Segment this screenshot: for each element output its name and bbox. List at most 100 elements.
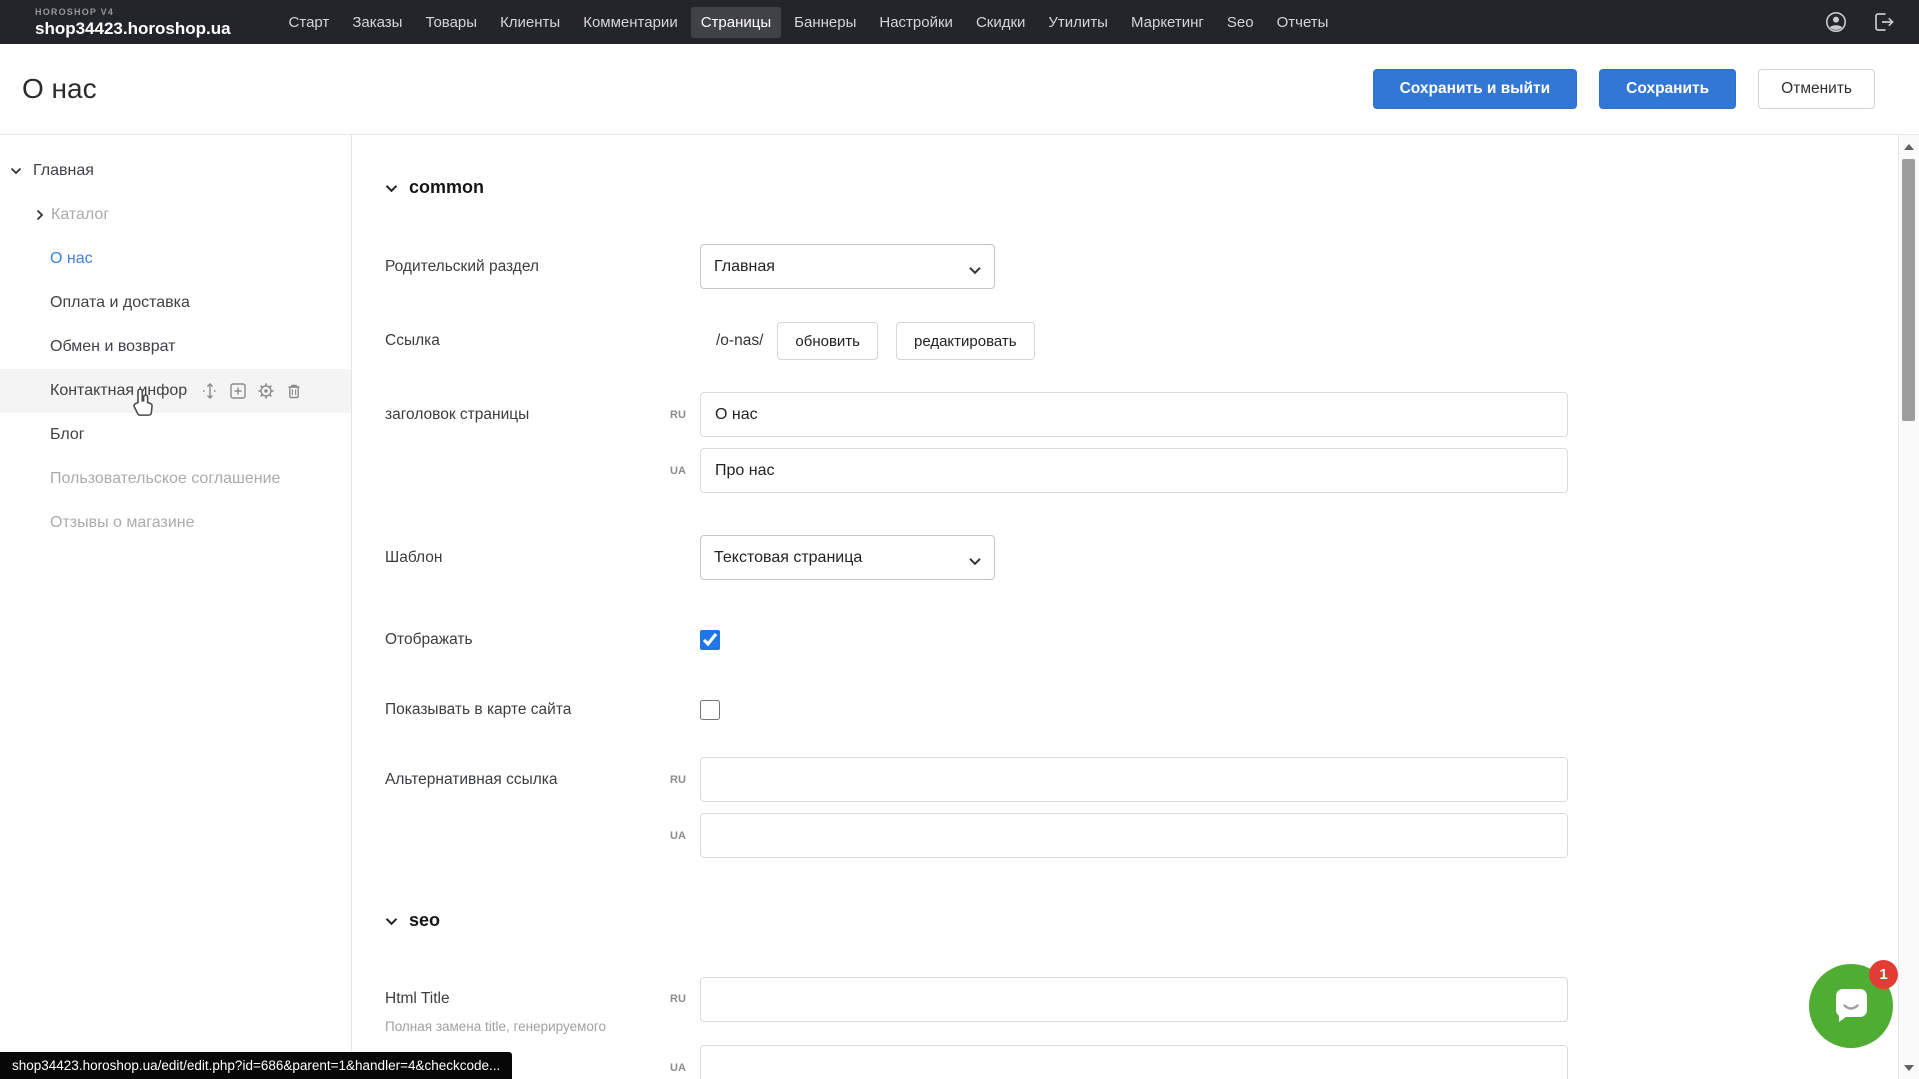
parent-section-select[interactable]: Главная — [700, 244, 995, 289]
page-title-ru-input[interactable] — [700, 392, 1568, 437]
page-title-ua-input[interactable] — [700, 448, 1568, 493]
template-label: Шаблон — [385, 549, 670, 567]
tree-item-contact-info[interactable]: Контактная инфор — [0, 369, 351, 413]
delete-trash-icon[interactable] — [285, 382, 303, 400]
link-update-button[interactable]: обновить — [777, 322, 878, 360]
topbar-right — [1825, 11, 1895, 33]
page-header: О нас Сохранить и выйти Сохранить Отмени… — [0, 44, 1919, 135]
tree-item-label: Оплата и доставка — [50, 294, 190, 312]
chat-bubble-icon — [1828, 981, 1874, 1032]
parent-section-label: Родительский раздел — [385, 258, 670, 276]
alt-link-ua-input[interactable] — [700, 813, 1568, 858]
sitemap-checkbox[interactable] — [700, 700, 720, 720]
tree-item-catalog[interactable]: Каталог — [0, 193, 351, 237]
body: Главная Каталог О нас Оплата и доставка … — [0, 135, 1919, 1079]
nav-seo[interactable]: Seo — [1217, 7, 1264, 38]
section-seo[interactable]: seo — [385, 910, 1859, 931]
link-row: Ссылка /o-nas/ обновить редактировать — [385, 322, 1859, 360]
main-menu: Старт Заказы Товары Клиенты Комментарии … — [279, 7, 1339, 38]
html-title-label-text: Html Title — [385, 990, 450, 1007]
tree-row-actions — [201, 382, 303, 400]
save-and-exit-button[interactable]: Сохранить и выйти — [1373, 69, 1578, 109]
tree-item-label: О нас — [50, 250, 93, 268]
chat-widget-button[interactable]: 1 — [1809, 964, 1893, 1048]
lang-ua-badge: UA — [670, 1062, 700, 1074]
move-icon[interactable] — [201, 382, 219, 400]
tree-item-payment-delivery[interactable]: Оплата и доставка — [0, 281, 351, 325]
nav-discounts[interactable]: Скидки — [966, 7, 1035, 38]
section-title: common — [409, 177, 484, 198]
lang-ru-badge: RU — [670, 409, 700, 421]
link-edit-button[interactable]: редактировать — [896, 322, 1035, 360]
tree-item-label: Блог — [50, 426, 85, 444]
tree-item-label: Обмен и возврат — [50, 338, 175, 356]
logout-icon[interactable] — [1873, 12, 1895, 32]
brand-logo[interactable]: HOROSHOP V4 shop34423.horoshop.ua — [35, 8, 231, 37]
vertical-scrollbar[interactable] — [1898, 135, 1919, 1079]
html-title-ua-input[interactable] — [700, 1045, 1568, 1079]
nav-orders[interactable]: Заказы — [342, 7, 412, 38]
topbar: HOROSHOP V4 shop34423.horoshop.ua Старт … — [0, 0, 1919, 44]
nav-reports[interactable]: Отчеты — [1267, 7, 1339, 38]
nav-settings[interactable]: Настройки — [869, 7, 963, 38]
nav-utilities[interactable]: Утилиты — [1038, 7, 1118, 38]
tree-item-about-us[interactable]: О нас — [0, 237, 351, 281]
form-content: common Родительский раздел Главная Ссылк… — [352, 135, 1919, 1079]
sitemap-label: Показывать в карте сайта — [385, 701, 670, 719]
settings-gear-icon[interactable] — [257, 382, 275, 400]
header-actions: Сохранить и выйти Сохранить Отменить — [1373, 69, 1875, 109]
tree-item-exchange-return[interactable]: Обмен и возврат — [0, 325, 351, 369]
cancel-button[interactable]: Отменить — [1758, 69, 1875, 109]
link-value: /o-nas/ — [700, 332, 763, 350]
alt-link-ua-row: UA — [385, 813, 1859, 858]
brand-domain: shop34423.horoshop.ua — [35, 20, 231, 37]
nav-pages[interactable]: Страницы — [691, 7, 781, 38]
page-title-ua-row: UA — [385, 448, 1859, 493]
scrollbar-thumb[interactable] — [1902, 159, 1915, 421]
html-title-ru-row: Html Title Полная замена title, генериру… — [385, 977, 1859, 1034]
nav-start[interactable]: Старт — [279, 7, 340, 38]
nav-products[interactable]: Товары — [415, 7, 487, 38]
add-icon[interactable] — [229, 382, 247, 400]
tree-item-blog[interactable]: Блог — [0, 413, 351, 457]
template-select[interactable]: Текстовая страница — [700, 535, 995, 580]
nav-comments[interactable]: Комментарии — [573, 7, 687, 38]
alt-link-label: Альтернативная ссылка — [385, 771, 670, 789]
lang-ru-badge: RU — [670, 977, 700, 1005]
html-title-ru-input[interactable] — [700, 977, 1568, 1022]
tree-item-store-reviews[interactable]: Отзывы о магазине — [0, 501, 351, 545]
page-edit-panel: common Родительский раздел Главная Ссылк… — [352, 135, 1919, 1079]
parent-section-select-wrap: Главная — [700, 244, 995, 289]
admin-screen: HOROSHOP V4 shop34423.horoshop.ua Старт … — [0, 0, 1919, 1079]
nav-marketing[interactable]: Маркетинг — [1121, 7, 1214, 38]
page-title: О нас — [22, 73, 97, 105]
alt-link-ru-row: Альтернативная ссылка RU — [385, 757, 1859, 802]
chevron-down-icon — [385, 177, 398, 198]
lang-ru-badge: RU — [670, 774, 700, 786]
link-label: Ссылка — [385, 332, 670, 350]
html-title-label: Html Title Полная замена title, генериру… — [385, 977, 670, 1034]
account-icon[interactable] — [1825, 11, 1847, 33]
display-checkbox[interactable] — [700, 630, 720, 650]
chevron-down-icon — [385, 910, 398, 931]
scroll-up-arrow-icon[interactable] — [1904, 144, 1914, 150]
tree-item-label: Отзывы о магазине — [50, 514, 195, 532]
tree-item-home[interactable]: Главная — [0, 149, 351, 193]
lang-ua-badge: UA — [670, 830, 700, 842]
nav-clients[interactable]: Клиенты — [490, 7, 570, 38]
display-label: Отображать — [385, 631, 670, 649]
lang-ua-badge: UA — [670, 465, 700, 477]
chevron-down-icon[interactable] — [10, 167, 22, 175]
page-title-ru-row: заголовок страницы RU — [385, 392, 1859, 437]
tree-item-user-agreement[interactable]: Пользовательское соглашение — [0, 457, 351, 501]
chevron-right-icon[interactable] — [36, 209, 44, 221]
template-row: Шаблон Текстовая страница — [385, 535, 1859, 580]
html-title-hint: Полная замена title, генерируемого — [385, 1019, 670, 1034]
alt-link-ru-input[interactable] — [700, 757, 1568, 802]
nav-banners[interactable]: Баннеры — [784, 7, 866, 38]
html-title-ua-row: UA — [385, 1045, 1859, 1079]
sitemap-row: Показывать в карте сайта — [385, 695, 1859, 725]
scroll-down-arrow-icon[interactable] — [1904, 1065, 1914, 1071]
save-button[interactable]: Сохранить — [1599, 69, 1736, 109]
section-common[interactable]: common — [385, 177, 1859, 198]
